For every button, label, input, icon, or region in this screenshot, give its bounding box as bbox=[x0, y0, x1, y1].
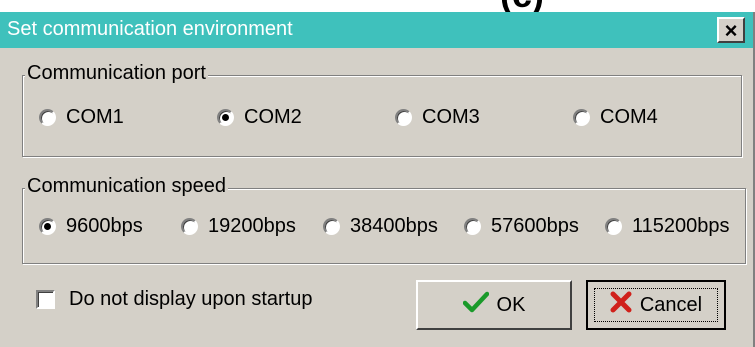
radio-115200[interactable]: 115200bps bbox=[605, 215, 730, 238]
radio-115200-circle bbox=[605, 218, 622, 235]
radio-com4-label: COM4 bbox=[600, 106, 658, 128]
radio-57600[interactable]: 57600bps bbox=[464, 215, 579, 238]
radio-com2-circle bbox=[217, 109, 234, 126]
ok-button-label: OK bbox=[496, 293, 526, 316]
radio-com3-label: COM3 bbox=[422, 106, 480, 128]
radio-com4-circle bbox=[573, 109, 590, 126]
radio-38400-circle bbox=[323, 218, 340, 235]
radio-9600-label: 9600bps bbox=[66, 215, 143, 237]
port-group: Communication port COM1 COM2 COM3 COM4 bbox=[22, 62, 742, 157]
radio-38400[interactable]: 38400bps bbox=[323, 215, 438, 238]
radio-9600-circle bbox=[39, 218, 56, 235]
close-button[interactable]: × bbox=[717, 17, 745, 43]
radio-115200-label: 115200bps bbox=[632, 215, 730, 237]
radio-19200-label: 19200bps bbox=[208, 215, 296, 237]
startup-checkbox-label: Do not display upon startup bbox=[69, 288, 313, 310]
checkmark-icon bbox=[462, 291, 489, 319]
titlebar: Set communication environment × bbox=[0, 12, 753, 48]
radio-com3[interactable]: COM3 bbox=[395, 106, 480, 129]
cancel-button[interactable]: Cancel bbox=[586, 280, 726, 330]
radio-selected-dot bbox=[44, 223, 51, 230]
close-icon: × bbox=[724, 18, 738, 43]
speed-group-legend: Communication speed bbox=[25, 175, 228, 198]
startup-checkbox[interactable]: Do not display upon startup bbox=[36, 288, 313, 311]
focus-rectangle bbox=[594, 288, 718, 322]
startup-checkbox-box[interactable] bbox=[36, 290, 55, 309]
radio-57600-circle bbox=[464, 218, 481, 235]
dialog-window: Set communication environment × Communic… bbox=[0, 12, 755, 347]
radio-com3-circle bbox=[395, 109, 412, 126]
radio-com1-label: COM1 bbox=[66, 106, 124, 128]
radio-19200[interactable]: 19200bps bbox=[181, 215, 296, 238]
radio-com1-circle bbox=[39, 109, 56, 126]
speed-group: Communication speed 9600bps 19200bps 384… bbox=[22, 175, 746, 264]
radio-selected-dot bbox=[222, 114, 229, 121]
dialog-title: Set communication environment bbox=[7, 18, 293, 40]
radio-57600-label: 57600bps bbox=[491, 215, 579, 237]
radio-com4[interactable]: COM4 bbox=[573, 106, 658, 129]
radio-38400-label: 38400bps bbox=[350, 215, 438, 237]
radio-com2[interactable]: COM2 bbox=[217, 106, 302, 129]
radio-9600[interactable]: 9600bps bbox=[39, 215, 143, 238]
radio-com2-label: COM2 bbox=[244, 106, 302, 128]
radio-com1[interactable]: COM1 bbox=[39, 106, 124, 129]
ok-button[interactable]: OK bbox=[416, 280, 572, 330]
radio-19200-circle bbox=[181, 218, 198, 235]
port-group-legend: Communication port bbox=[25, 62, 208, 85]
